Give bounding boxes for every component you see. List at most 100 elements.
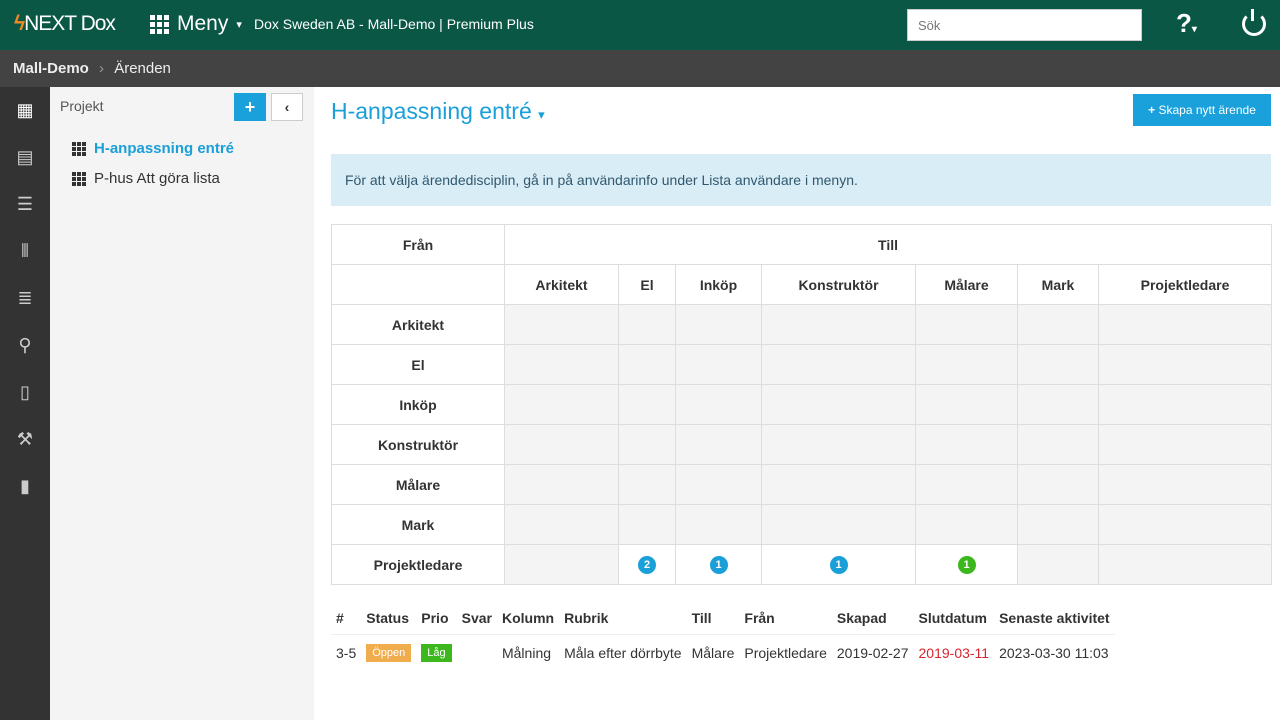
kanban-icon[interactable]: ⦀ — [0, 228, 50, 275]
cell-senaste: 2023-03-30 11:03 — [999, 644, 1109, 661]
matrix-row: Konstruktör — [331, 424, 1272, 465]
add-project-button[interactable]: + — [234, 93, 266, 121]
matrix-cell — [915, 464, 1018, 505]
matrix-cell — [1098, 384, 1272, 425]
matrix-cell[interactable]: 2 — [618, 544, 676, 585]
cell-skapad: 2019-02-27 — [836, 644, 909, 661]
matrix-row: El — [331, 344, 1272, 385]
sidebar-title: Projekt — [60, 98, 104, 114]
map-pin-icon[interactable]: ⚲ — [0, 322, 50, 369]
column-header[interactable]: Till — [686, 602, 740, 635]
matrix-cell — [1017, 544, 1099, 585]
cell-fran: Projektledare — [744, 644, 827, 661]
matrix-cell — [915, 504, 1018, 545]
column-header[interactable]: Slutdatum — [913, 602, 995, 635]
cell-prio: Låg — [416, 635, 456, 671]
project-sidebar: Projekt + ‹ H-anpassning entré P-hus Att… — [50, 87, 314, 720]
table-row[interactable]: 3-5 Öppen Låg Målning Måla efter dörrbyte Mål… — [331, 635, 1115, 671]
matrix-row: Projektledare 2 1 1 1 — [331, 544, 1272, 585]
count-badge[interactable]: 2 — [638, 556, 656, 574]
matrix-cell — [1017, 384, 1099, 425]
matrix-cell — [761, 344, 916, 385]
help-button[interactable]: ?▾ — [1176, 8, 1197, 39]
page-title[interactable]: H-anpassning entré ▾ — [331, 98, 545, 125]
column-header[interactable]: Svar — [456, 602, 497, 635]
row-header: Mark — [331, 504, 505, 545]
matrix-cell — [618, 384, 676, 425]
column-header[interactable]: Från — [739, 602, 832, 635]
project-item[interactable]: P-hus Att göra lista — [72, 170, 220, 187]
count-badge[interactable]: 1 — [709, 556, 728, 574]
matrix-cell[interactable]: 1 — [915, 544, 1018, 585]
matrix-row: Mark — [331, 504, 1272, 545]
matrix-cell — [915, 384, 1018, 425]
matrix-cell — [1098, 544, 1272, 585]
column-header[interactable]: Kolumn — [496, 602, 560, 635]
matrix-cell — [915, 344, 1018, 385]
collapse-sidebar-button[interactable]: ‹ — [271, 93, 303, 121]
column-header: Inköp — [675, 264, 762, 305]
main-menu-button[interactable]: Meny ▾ — [150, 12, 242, 36]
column-header: Arkitekt — [504, 264, 619, 305]
matrix-cell — [618, 464, 676, 505]
calendar-icon[interactable]: ▤ — [0, 134, 50, 181]
caret-down-icon: ▾ — [236, 18, 242, 31]
list-icon[interactable]: ≣ — [0, 275, 50, 322]
project-item[interactable]: H-anpassning entré — [72, 140, 234, 157]
column-header[interactable]: Skapad — [831, 602, 914, 635]
column-header[interactable]: # — [331, 602, 362, 635]
matrix-cell — [504, 384, 619, 425]
logo[interactable]: ϟNEXT Dox — [14, 12, 116, 36]
matrix-cell — [504, 304, 619, 345]
matrix-cell — [618, 424, 676, 465]
info-alert: För att välja ärendedisciplin, gå in på … — [331, 154, 1271, 206]
matrix-cell — [618, 344, 676, 385]
matrix-cell[interactable]: 1 — [675, 544, 762, 585]
column-header: Målare — [915, 264, 1018, 305]
empty-header — [331, 264, 505, 305]
cell-status: Öppen — [361, 635, 416, 671]
column-header: Projektledare — [1098, 264, 1272, 305]
matrix-cell — [1017, 344, 1099, 385]
column-header[interactable]: Rubrik — [559, 602, 687, 635]
cell-id: 3-5 — [336, 644, 357, 661]
matrix-cell — [761, 464, 916, 505]
matrix-cell — [915, 424, 1018, 465]
matrix-row: Inköp — [331, 384, 1272, 425]
matrix-cell — [1098, 424, 1272, 465]
hammer-icon[interactable]: ⚒ — [0, 416, 50, 463]
matrix-row: Arkitekt — [331, 304, 1272, 345]
grid-icon[interactable]: ▦ — [0, 87, 50, 134]
column-header[interactable]: Senaste aktivitet — [994, 602, 1115, 635]
count-badge[interactable]: 1 — [829, 556, 848, 574]
search-input[interactable] — [907, 9, 1142, 41]
count-badge[interactable]: 1 — [957, 556, 976, 574]
cell-kolumn: Målning — [501, 644, 552, 661]
matrix-cell — [504, 464, 619, 505]
status-badge: Öppen — [366, 644, 412, 662]
matrix-cell — [618, 304, 676, 345]
project-label: H-anpassning entré — [94, 140, 235, 157]
matrix-cell — [504, 504, 619, 545]
matrix-cell — [761, 384, 916, 425]
project-label: P-hus Att göra lista — [94, 170, 220, 187]
row-header: Arkitekt — [331, 304, 505, 345]
row-header: El — [331, 344, 505, 385]
document-icon[interactable]: ▯ — [0, 369, 50, 416]
column-header[interactable]: Status — [361, 602, 417, 635]
matrix-cell — [1098, 464, 1272, 505]
breadcrumb-root[interactable]: Mall-Demo — [13, 60, 89, 77]
matrix-cell — [675, 384, 762, 425]
server-icon[interactable]: ☰ — [0, 181, 50, 228]
breadcrumb-current: Ärenden — [114, 60, 171, 77]
bar-chart-icon[interactable]: ▮ — [0, 463, 50, 510]
power-icon[interactable] — [1242, 9, 1266, 36]
new-case-button[interactable]: + Skapa nytt ärende — [1133, 94, 1271, 126]
discipline-matrix: Från Till Arkitekt El Inköp Konstruktör Målar… — [331, 224, 1272, 585]
to-header: Till — [504, 224, 1272, 265]
matrix-cell — [504, 544, 619, 585]
grid-icon — [72, 141, 86, 156]
matrix-cell — [675, 424, 762, 465]
column-header[interactable]: Prio — [416, 602, 457, 635]
matrix-cell[interactable]: 1 — [761, 544, 916, 585]
